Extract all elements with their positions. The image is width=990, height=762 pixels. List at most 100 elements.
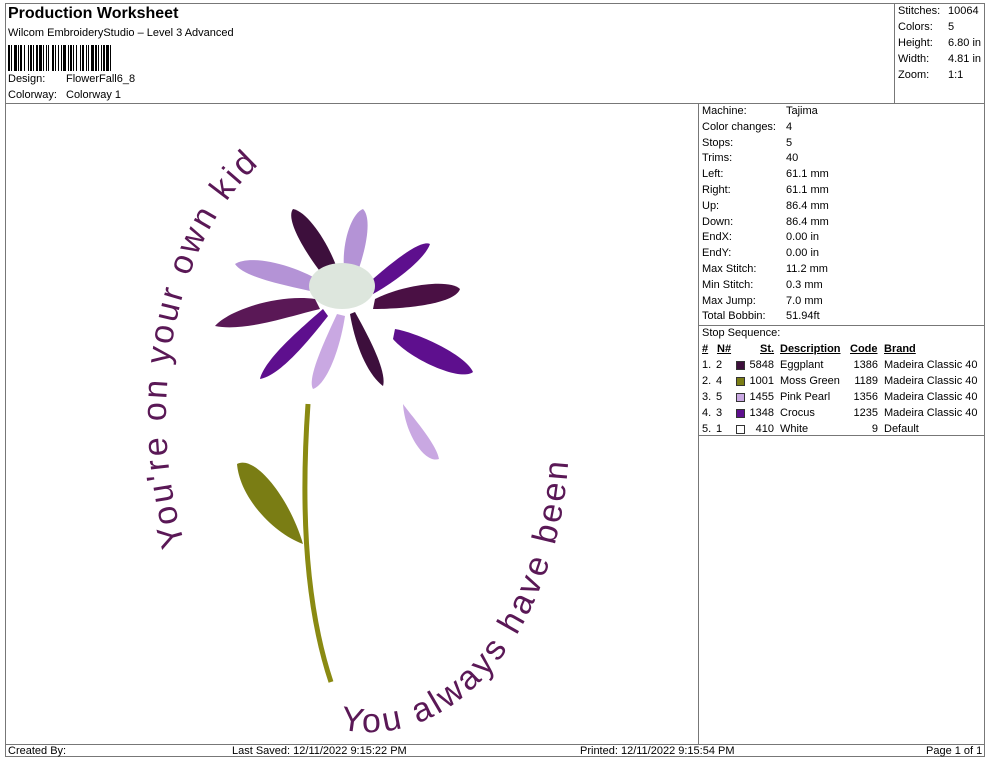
machine-info-value: 11.2 mm xyxy=(786,263,828,275)
embroidery-design: You're on your own kid You always have b… xyxy=(136,141,577,740)
machine-info-row: Min Stitch: 0.3 mm xyxy=(702,278,823,291)
last-saved: Last Saved: 12/11/2022 9:15:22 PM xyxy=(232,745,407,757)
thread-color-swatch xyxy=(736,409,745,418)
machine-info-row: Left: 61.1 mm xyxy=(702,168,829,181)
stat-height: Height: 6.80 in xyxy=(898,37,982,49)
machine-info-label: Stops: xyxy=(702,136,734,149)
stop-row-n: 3 xyxy=(716,407,723,419)
col-header-brand: Brand xyxy=(884,343,916,355)
worksheet-footer: Created By: Last Saved: 12/11/2022 9:15:… xyxy=(5,744,985,757)
col-header-description: Description xyxy=(780,343,841,355)
col-header-stitches: St. xyxy=(760,343,775,355)
machine-info-label: Color changes: xyxy=(702,120,776,133)
machine-info-label: Right: xyxy=(702,184,731,196)
design-label: Design: xyxy=(8,73,46,85)
machine-info-value: 86.4 mm xyxy=(786,199,829,212)
created-by: Created By: xyxy=(8,745,67,757)
stop-row-code: 9 xyxy=(871,423,878,435)
machine-info-value: 61.1 mm xyxy=(786,184,829,196)
thread-color-swatch xyxy=(736,393,745,402)
machine-info-label: Min Stitch: xyxy=(702,278,754,291)
leaf xyxy=(237,462,303,544)
machine-info-label: Max Stitch: xyxy=(702,263,757,275)
machine-info-value: 0.3 mm xyxy=(786,278,823,291)
stop-row-brand: Default xyxy=(884,423,919,435)
stop-row-num: 1. xyxy=(702,359,712,371)
stop-row-num: 4. xyxy=(702,407,712,419)
machine-info-row: Total Bobbin: 51.94ft xyxy=(702,310,820,323)
software-name: Wilcom EmbroideryStudio – Level 3 Advanc… xyxy=(8,27,234,39)
flower-center xyxy=(309,263,375,309)
stop-row-num: 2. xyxy=(702,375,712,387)
thread-color-swatch xyxy=(736,425,745,434)
machine-info-label: Left: xyxy=(702,168,724,181)
machine-info-label: Down: xyxy=(702,215,734,228)
stop-row-num: 5. xyxy=(702,423,712,435)
page-number: Page 1 of 1 xyxy=(926,745,983,757)
stop-row-desc: White xyxy=(780,423,809,435)
machine-info-label: Machine: xyxy=(702,105,747,117)
machine-info-row: Stops: 5 xyxy=(702,136,792,149)
col-header-code: Code xyxy=(850,343,878,355)
machine-info-row: Trims: 40 xyxy=(702,152,798,165)
stop-row-desc: Moss Green xyxy=(780,375,840,387)
stop-row-desc: Pink Pearl xyxy=(780,391,831,403)
col-header-num: # xyxy=(702,343,709,355)
stop-row-brand: Madeira Classic 40 xyxy=(884,407,978,419)
machine-info-value: 61.1 mm xyxy=(786,168,829,181)
colorway-value: Colorway 1 xyxy=(66,89,122,101)
falling-petal-large xyxy=(393,329,473,375)
thread-color-swatch xyxy=(736,361,745,370)
stop-row-n: 4 xyxy=(716,375,723,387)
colorway-label: Colorway: xyxy=(8,89,57,101)
machine-info-label: Max Jump: xyxy=(702,294,756,307)
design-stats: Stitches: 10064 Colors: 5 Height: 6.80 in W… xyxy=(895,3,985,104)
stop-row-n: 5 xyxy=(716,391,723,403)
machine-info-value: 40 xyxy=(786,152,799,165)
stop-row-brand: Madeira Classic 40 xyxy=(884,375,978,387)
stop-row-code: 1386 xyxy=(853,359,878,371)
machine-info-value: Tajima xyxy=(786,105,818,117)
thread-color-swatch xyxy=(736,377,745,386)
design-value: FlowerFall6_8 xyxy=(66,73,136,85)
stop-row-desc: Crocus xyxy=(780,407,815,419)
stop-row-desc: Eggplant xyxy=(780,359,824,371)
stop-row-n: 1 xyxy=(716,423,723,435)
stat-zoom: Zoom: 1:1 xyxy=(898,69,964,81)
stat-colors: Colors: 5 xyxy=(898,21,955,33)
machine-info-label: EndY: xyxy=(702,247,732,260)
stop-row-st: 1348 xyxy=(749,407,774,419)
machine-info-row: EndX: 0.00 in xyxy=(702,231,819,244)
stop-row-brand: Madeira Classic 40 xyxy=(884,359,978,371)
machine-info-value: 7.0 mm xyxy=(786,294,823,307)
machine-info-row: EndY: 0.00 in xyxy=(702,247,819,260)
machine-info-value: 0.00 in xyxy=(786,231,820,244)
machine-info-row: Max Stitch: 11.2 mm xyxy=(702,263,828,275)
machine-info-label: Total Bobbin: xyxy=(702,310,766,323)
worksheet-header: Production Worksheet Wilcom EmbroiderySt… xyxy=(5,3,895,104)
machine-info-row: Machine: Tajima xyxy=(702,105,818,117)
petal-left xyxy=(215,298,320,328)
stop-row-num: 3. xyxy=(702,391,712,403)
machine-info-label: Trims: xyxy=(702,152,733,165)
machine-info-value: 51.94ft xyxy=(786,310,820,323)
stop-sequence: Stop Sequence: # N# St. Description Code… xyxy=(699,325,985,436)
stop-sequence-title: Stop Sequence: xyxy=(702,327,781,339)
machine-info-value: 0.00 in xyxy=(786,247,820,260)
stop-row-n: 2 xyxy=(716,359,723,371)
machine-info-label: EndX: xyxy=(702,231,732,244)
barcode xyxy=(8,45,111,71)
arc-text-bottom: You always have been xyxy=(339,456,577,740)
machine-info-row: Down: 86.4 mm xyxy=(702,215,829,228)
machine-info-value: 5 xyxy=(786,136,793,149)
stop-row-code: 1356 xyxy=(853,391,878,403)
design-preview: You're on your own kid You always have b… xyxy=(5,104,699,744)
stop-row-code: 1189 xyxy=(854,375,878,387)
falling-petal-small xyxy=(403,404,439,460)
col-header-needle: N# xyxy=(717,343,732,355)
stop-row-st: 1455 xyxy=(749,391,774,403)
stop-row-st: 5848 xyxy=(749,359,774,371)
design-row: Design: FlowerFall6_8 xyxy=(8,73,135,85)
machine-info-value: 86.4 mm xyxy=(786,215,829,228)
stat-width: Width: 4.81 in xyxy=(898,53,982,65)
